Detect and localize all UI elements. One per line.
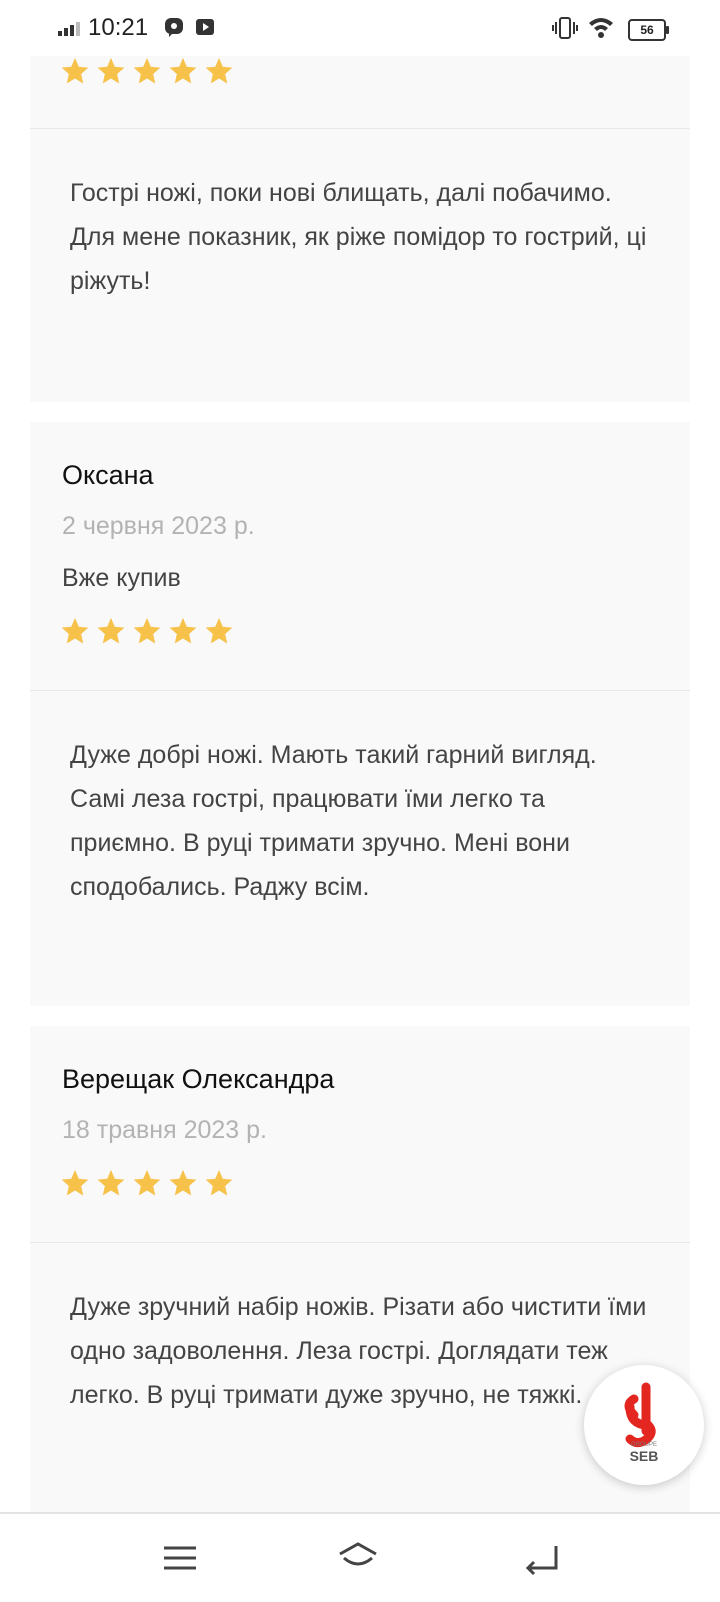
star-icon [133, 1169, 161, 1196]
star-icon [133, 57, 161, 84]
star-icon [133, 617, 161, 644]
star-icon [61, 1169, 89, 1196]
review-date: 2 червня 2023 р. [62, 512, 255, 540]
review-card: Гострі ножі, поки нові блищать, далі поб… [30, 56, 690, 402]
status-time: 10:21 [88, 14, 149, 41]
system-nav-bar [0, 1512, 720, 1602]
vibrate-icon [552, 17, 578, 39]
star-icon [205, 617, 233, 644]
rating-stars [60, 1168, 234, 1198]
star-icon [61, 57, 89, 84]
status-bar: 10:21 56 [0, 0, 720, 56]
seb-logo-icon [624, 1382, 656, 1448]
star-icon [97, 57, 125, 84]
review-author: Оксана [62, 460, 154, 490]
home-icon[interactable] [336, 1536, 380, 1580]
purchase-tag: Вже купив [62, 564, 181, 592]
logo-brand-text: SEB [629, 1448, 659, 1464]
battery-icon: 56 [628, 19, 669, 41]
star-icon [205, 1169, 233, 1196]
star-icon [169, 57, 197, 84]
review-text: Дуже добрі ножі. Мають такий гарний вигл… [70, 741, 597, 901]
groupe-seb-logo-button[interactable]: GROUPE SEB [584, 1365, 704, 1485]
back-icon[interactable] [520, 1536, 564, 1580]
star-icon [61, 617, 89, 644]
review-author: Верещак Олександра [62, 1064, 335, 1094]
review-text: Дуже зручний набір ножів. Різати або чис… [70, 1293, 647, 1409]
star-icon [169, 617, 197, 644]
review-text: Гострі ножі, поки нові блищать, далі поб… [70, 179, 647, 295]
star-icon [169, 1169, 197, 1196]
star-icon [205, 57, 233, 84]
signal-icon [58, 22, 80, 36]
wifi-icon [589, 18, 613, 38]
youtube-icon [196, 19, 214, 35]
review-card: Оксана 2 червня 2023 р. Вже купив Дуже д… [30, 422, 690, 1006]
review-date: 18 травня 2023 р. [62, 1116, 267, 1144]
viber-icon [165, 18, 183, 37]
star-icon [97, 1169, 125, 1196]
rating-stars [60, 56, 234, 86]
rating-stars [60, 616, 234, 646]
star-icon [97, 617, 125, 644]
menu-icon[interactable] [158, 1536, 202, 1580]
